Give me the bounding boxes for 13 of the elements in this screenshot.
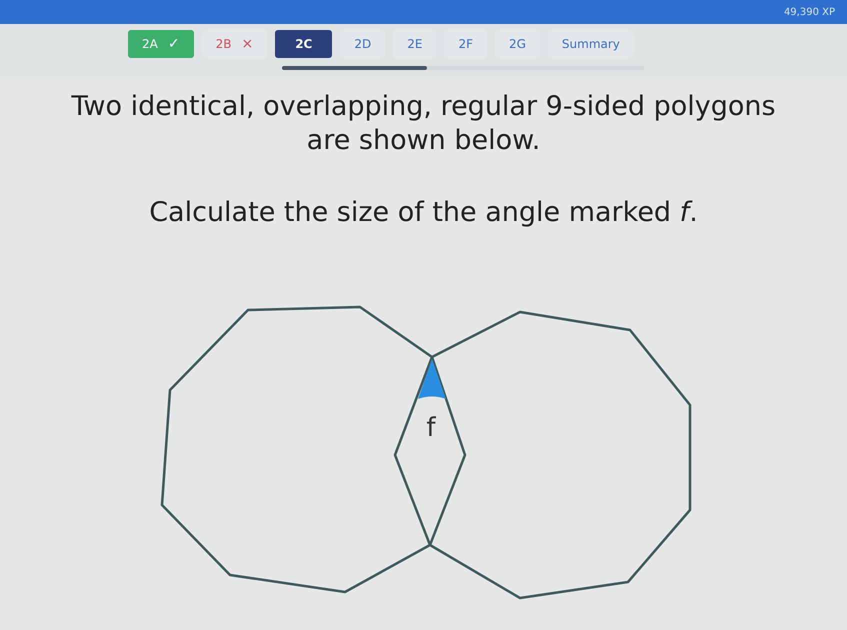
angle-label: f xyxy=(426,413,436,443)
question-tab[interactable]: 2E xyxy=(393,30,436,58)
xp-counter: 49,390 XP xyxy=(784,6,835,18)
question-tab[interactable]: 2D xyxy=(340,30,386,58)
question-text: Two identical, overlapping, regular 9-sided polygons are shown below. xyxy=(70,90,777,158)
angle-marker xyxy=(418,359,446,399)
question-tab[interactable]: 2A ✓ xyxy=(128,30,194,58)
question-text: Calculate the size of the angle marked f. xyxy=(148,196,699,230)
question-tab[interactable]: 2G xyxy=(494,30,540,58)
question-tab[interactable]: Summary xyxy=(548,30,634,58)
question-tab[interactable]: 2B × xyxy=(202,30,268,58)
question-tab[interactable]: 2C xyxy=(275,30,332,58)
question-tab[interactable]: 2F xyxy=(444,30,487,58)
